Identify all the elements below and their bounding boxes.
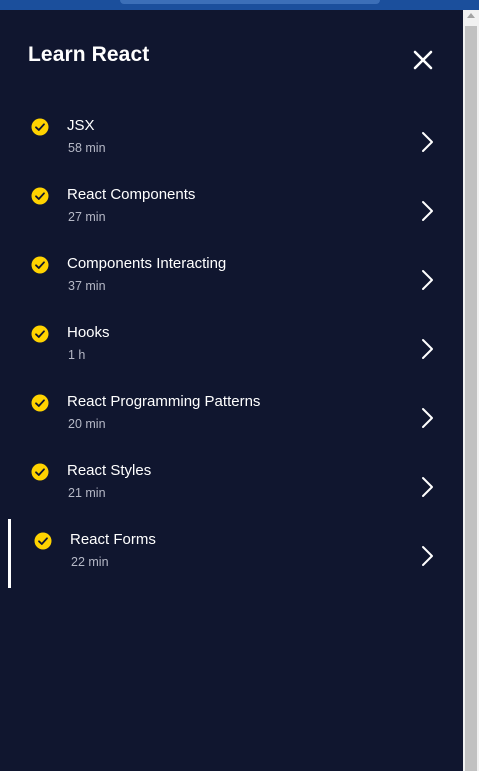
check-circle-icon (31, 394, 49, 412)
browser-top-strip (0, 0, 479, 10)
lesson-title: Components Interacting (67, 255, 227, 272)
check-circle-icon (31, 463, 49, 481)
check-circle-icon (31, 325, 49, 343)
lesson-title: React Styles (67, 462, 152, 479)
check-circle-icon (34, 532, 52, 550)
browser-tab-edge (120, 0, 380, 4)
lesson-item[interactable]: React Components 27 min (0, 174, 463, 243)
chevron-right-icon[interactable] (420, 545, 434, 567)
lesson-title: JSX (67, 117, 95, 134)
close-button[interactable] (408, 45, 438, 75)
scrollbar[interactable] (463, 10, 479, 771)
check-circle-icon (31, 118, 49, 136)
lesson-item[interactable]: React Forms 22 min (0, 519, 463, 588)
lesson-title: React Forms (70, 531, 156, 548)
scroll-up-arrow-icon[interactable] (467, 13, 475, 18)
lesson-item[interactable]: Components Interacting 37 min (0, 243, 463, 312)
lesson-title: React Components (67, 186, 196, 203)
chevron-right-icon[interactable] (420, 476, 434, 498)
panel-title: Learn React (28, 43, 150, 66)
check-circle-icon (31, 256, 49, 274)
scrollbar-thumb[interactable] (465, 26, 477, 771)
check-circle-icon (31, 187, 49, 205)
lesson-item[interactable]: Hooks 1 h (0, 312, 463, 381)
lesson-duration: 58 min (68, 141, 106, 155)
lesson-title: React Programming Patterns (67, 393, 261, 410)
lesson-duration: 1 h (68, 348, 86, 362)
lesson-list: JSX 58 min React Components 27 min Component… (0, 105, 463, 588)
active-lesson-indicator (8, 519, 11, 588)
close-icon (413, 50, 433, 70)
lesson-duration: 37 min (68, 279, 106, 293)
chevron-right-icon[interactable] (420, 407, 434, 429)
lesson-duration: 20 min (68, 417, 106, 431)
lesson-duration: 22 min (71, 555, 109, 569)
lesson-menu-panel: Learn React JSX 58 min React Components 27 … (0, 10, 463, 771)
chevron-right-icon[interactable] (420, 200, 434, 222)
chevron-right-icon[interactable] (420, 131, 434, 153)
lesson-title: Hooks (67, 324, 110, 341)
lesson-item[interactable]: React Programming Patterns 20 min (0, 381, 463, 450)
lesson-item[interactable]: JSX 58 min (0, 105, 463, 174)
lesson-item[interactable]: React Styles 21 min (0, 450, 463, 519)
chevron-right-icon[interactable] (420, 338, 434, 360)
chevron-right-icon[interactable] (420, 269, 434, 291)
lesson-duration: 21 min (68, 486, 106, 500)
lesson-duration: 27 min (68, 210, 106, 224)
